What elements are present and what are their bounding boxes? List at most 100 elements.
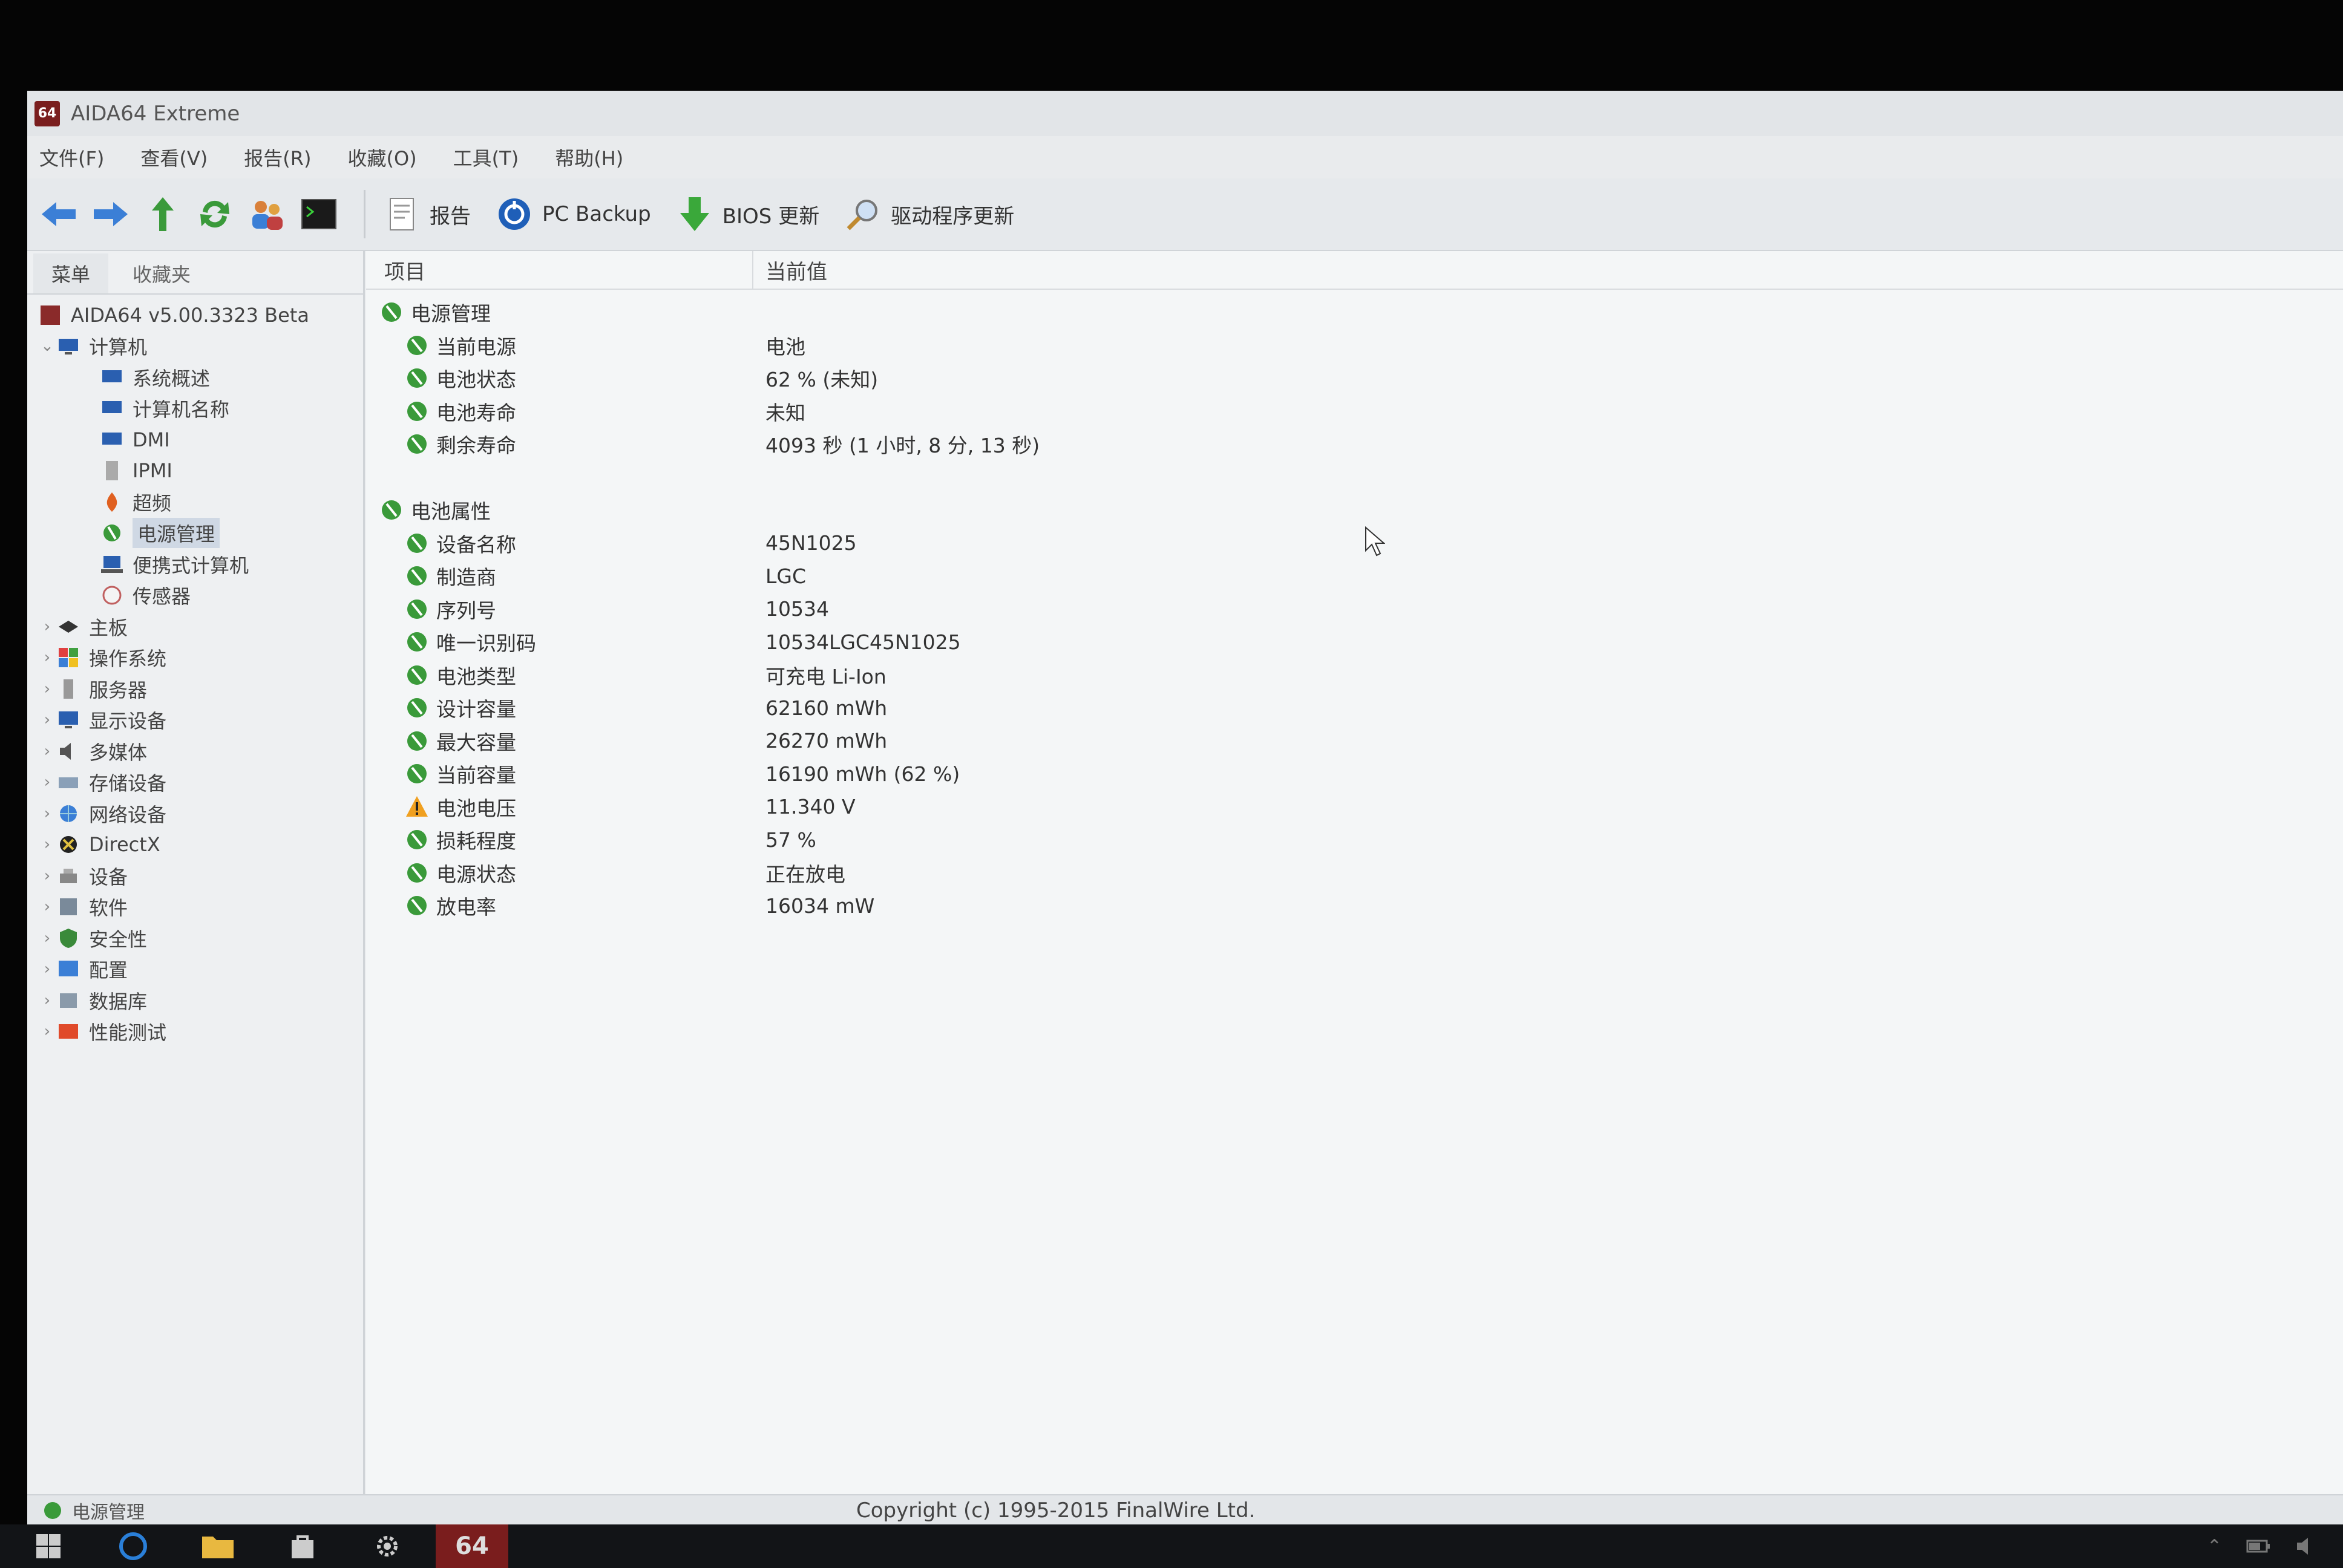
field-value: 62 % (未知) <box>765 368 879 392</box>
taskbar-edge-button[interactable] <box>97 1524 169 1568</box>
tree-item-software[interactable]: › 软件 <box>27 892 363 923</box>
list-item[interactable]: 损耗程度 57 % <box>366 823 2343 857</box>
list-item[interactable]: 放电率 16034 mW <box>366 889 2343 923</box>
chevron-right-icon[interactable]: › <box>38 898 56 916</box>
power-plug-icon <box>404 398 430 425</box>
tree-label: 软件 <box>89 897 128 920</box>
up-arrow-icon[interactable] <box>141 192 185 236</box>
group-title: 电池属性 <box>411 500 491 524</box>
column-header-item[interactable]: 项目 <box>366 251 753 289</box>
tree-item-config[interactable]: › 配置 <box>27 954 363 985</box>
menu-favorites[interactable]: 收藏(O) <box>347 143 416 171</box>
list-item[interactable]: 电池电压 11.340 V <box>366 791 2343 824</box>
tree-item-multimedia[interactable]: › 多媒体 <box>27 736 363 767</box>
chevron-up-icon[interactable]: ⌃ <box>2207 1536 2222 1557</box>
software-icon <box>56 895 80 919</box>
tree-item-sensor[interactable]: 传感器 <box>27 580 363 612</box>
list-item[interactable]: 电池寿命 未知 <box>366 395 2343 428</box>
users-icon[interactable] <box>245 192 289 236</box>
tree-item-storage[interactable]: › 存储设备 <box>27 767 363 799</box>
tree-item-overclock[interactable]: 超频 <box>27 486 363 518</box>
field-value: 26270 mWh <box>765 729 888 753</box>
chevron-right-icon[interactable]: › <box>38 991 56 1010</box>
tree-item-power-management[interactable]: 电源管理 <box>27 518 363 549</box>
tree-label: AIDA64 v5.00.3323 Beta <box>71 303 309 327</box>
tree-item-aida64-root[interactable]: AIDA64 v5.00.3323 Beta <box>27 299 363 331</box>
tree-item-server[interactable]: › 服务器 <box>27 673 363 705</box>
pc-backup-button[interactable]: PC Backup <box>493 192 651 236</box>
tree-item-motherboard[interactable]: › 主板 <box>27 611 363 642</box>
menu-view[interactable]: 查看(V) <box>140 143 208 171</box>
tree-item-display[interactable]: › 显示设备 <box>27 705 363 736</box>
list-item[interactable]: 唯一识别码 10534LGC45N1025 <box>366 626 2343 659</box>
start-button[interactable] <box>12 1524 85 1568</box>
tree-label: 主板 <box>89 616 128 639</box>
list-item[interactable]: 剩余寿命 4093 秒 (1 小时, 8 分, 13 秒) <box>366 428 2343 461</box>
group-header-battery-properties[interactable]: 电池属性 <box>366 494 2343 527</box>
menu-tools[interactable]: 工具(T) <box>453 143 519 171</box>
tree-item-computer-name[interactable]: 计算机名称 <box>27 393 363 425</box>
forward-arrow-icon[interactable] <box>89 192 133 236</box>
field-value: 45N1025 <box>765 531 857 555</box>
list-item[interactable]: 当前电源 电池 <box>366 329 2343 362</box>
battery-icon[interactable] <box>2246 1538 2270 1554</box>
tree-item-os[interactable]: › 操作系统 <box>27 642 363 674</box>
list-item[interactable]: 电源状态 正在放电 <box>366 857 2343 890</box>
list-item[interactable]: 电池状态 62 % (未知) <box>366 362 2343 395</box>
tree-item-summary[interactable]: 系统概述 <box>27 362 363 393</box>
tab-menu[interactable]: 菜单 <box>33 253 109 293</box>
menu-help[interactable]: 帮助(H) <box>555 143 623 171</box>
list-item[interactable]: 电池类型 可充电 Li-Ion <box>366 659 2343 692</box>
chevron-right-icon[interactable]: › <box>38 618 56 636</box>
chevron-right-icon[interactable]: › <box>38 835 56 854</box>
menu-file[interactable]: 文件(F) <box>39 143 104 171</box>
chevron-right-icon[interactable]: › <box>38 711 56 729</box>
tree-item-dmi[interactable]: DMI <box>27 424 363 456</box>
tab-favorites[interactable]: 收藏夹 <box>114 253 209 293</box>
taskbar-aida64-button[interactable]: 64 <box>436 1524 508 1568</box>
driver-update-button[interactable]: 驱动程序更新 <box>841 192 1014 236</box>
refresh-icon[interactable] <box>193 192 237 236</box>
back-arrow-icon[interactable] <box>37 192 80 236</box>
list-item[interactable]: 制造商 LGC <box>366 560 2343 593</box>
chevron-down-icon[interactable]: ⌄ <box>38 337 56 355</box>
group-header-power-management[interactable]: 电源管理 <box>366 296 2343 329</box>
tree-item-database[interactable]: › 数据库 <box>27 985 363 1016</box>
menu-report[interactable]: 报告(R) <box>244 143 311 171</box>
chevron-right-icon[interactable]: › <box>38 805 56 823</box>
bios-update-button[interactable]: BIOS 更新 <box>673 192 819 236</box>
terminal-icon[interactable] <box>297 192 341 236</box>
tree-label: 数据库 <box>89 990 148 1013</box>
tree-item-ipmi[interactable]: IPMI <box>27 456 363 487</box>
list-item[interactable]: 序列号 10534 <box>366 593 2343 626</box>
tree-item-benchmark[interactable]: › 性能测试 <box>27 1016 363 1048</box>
list-item[interactable]: 当前容量 16190 mWh (62 %) <box>366 757 2343 791</box>
tree-item-network[interactable]: › 网络设备 <box>27 798 363 829</box>
chevron-right-icon[interactable]: › <box>38 773 56 791</box>
column-header-value[interactable]: 当前值 <box>753 255 827 285</box>
field-label: 电池电压 <box>436 796 516 820</box>
chevron-right-icon[interactable]: › <box>38 1022 56 1040</box>
column-headers: 项目 当前值 <box>366 251 2343 290</box>
tree-item-computer[interactable]: ⌄ 计算机 <box>27 331 363 362</box>
list-item[interactable]: 最大容量 26270 mWh <box>366 725 2343 758</box>
chevron-right-icon[interactable]: › <box>38 960 56 978</box>
chevron-right-icon[interactable]: › <box>38 742 56 760</box>
tree-label: 存储设备 <box>89 772 167 795</box>
chevron-right-icon[interactable]: › <box>38 648 56 667</box>
volume-icon[interactable] <box>2295 1535 2319 1557</box>
chevron-right-icon[interactable]: › <box>38 680 56 698</box>
chevron-right-icon[interactable]: › <box>38 867 56 885</box>
tree-item-devices[interactable]: › 设备 <box>27 860 363 892</box>
chevron-right-icon[interactable]: › <box>38 929 56 947</box>
taskbar-explorer-button[interactable] <box>182 1524 254 1568</box>
list-item[interactable]: 设计容量 62160 mWh <box>366 691 2343 725</box>
tree-item-directx[interactable]: › DirectX <box>27 829 363 861</box>
tree-item-security[interactable]: › 安全性 <box>27 923 363 954</box>
taskbar-store-button[interactable] <box>266 1524 339 1568</box>
taskbar-settings-button[interactable] <box>351 1524 424 1568</box>
tree-item-portable-computer[interactable]: 便携式计算机 <box>27 549 363 580</box>
report-button[interactable]: 报告 <box>380 192 471 236</box>
list-item[interactable]: 设备名称 45N1025 <box>366 527 2343 560</box>
network-icon <box>56 802 80 826</box>
